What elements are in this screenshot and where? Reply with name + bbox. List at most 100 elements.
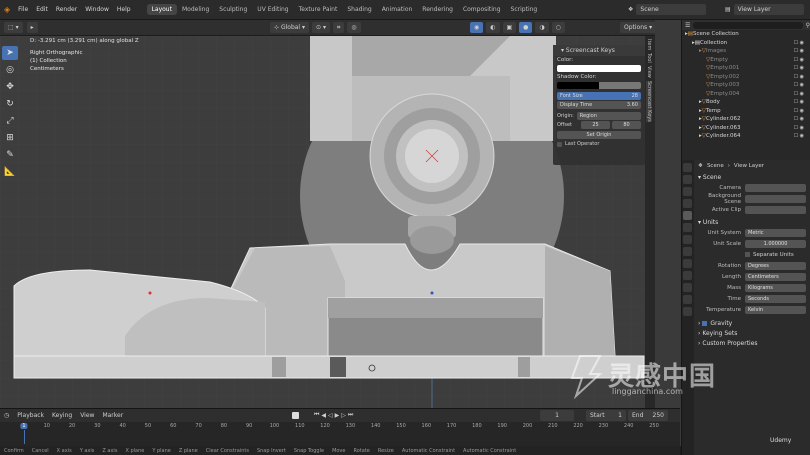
- particles-tab-icon[interactable]: [683, 259, 692, 268]
- prev-key-icon[interactable]: ◀: [321, 412, 326, 419]
- outliner-item[interactable]: ▽ Empty.003 ☐ ◉: [682, 81, 810, 90]
- outliner-item[interactable]: ▸ ▤ Collection ☐ ◉: [682, 39, 810, 48]
- filter-icon[interactable]: ⚲: [806, 22, 810, 29]
- jump-end-icon[interactable]: ⏭: [348, 411, 353, 419]
- tab-texture-paint[interactable]: Texture Paint: [294, 4, 343, 15]
- end-frame-field[interactable]: End 250: [628, 410, 668, 421]
- shading-material-button[interactable]: ◑: [535, 22, 549, 33]
- xray-toggle[interactable]: ▣: [502, 22, 517, 33]
- material-tab-icon[interactable]: [683, 307, 692, 316]
- temperature-dropdown[interactable]: Kelvin: [745, 305, 806, 314]
- last-operator-checkbox[interactable]: Last Operator: [557, 141, 641, 147]
- data-tab-icon[interactable]: [683, 295, 692, 304]
- snap-button[interactable]: ⌗: [332, 22, 345, 33]
- tab-tool[interactable]: Tool: [646, 53, 652, 63]
- camera-field[interactable]: [745, 183, 806, 192]
- cursor-tool-icon[interactable]: ◎: [2, 63, 18, 77]
- select-mode-button[interactable]: ▸: [26, 22, 38, 33]
- panel-header[interactable]: ▾ Screencast Keys: [553, 45, 645, 56]
- timeline-menu-keying[interactable]: Keying: [52, 412, 72, 419]
- visibility-eye-icon[interactable]: ☐ ◉: [794, 48, 804, 54]
- frame-ruler[interactable]: 1 10 20 30 40 50 60 70 80 90 100 110 120 130 140 150 160…: [0, 422, 680, 444]
- current-frame-field[interactable]: 1: [540, 410, 574, 421]
- tab-uv-editing[interactable]: UV Editing: [252, 4, 293, 15]
- object-tab-icon[interactable]: [683, 235, 692, 244]
- viewport-gizmo-toggle[interactable]: ◉: [470, 22, 484, 33]
- length-dropdown[interactable]: Centimeters: [745, 272, 806, 281]
- menu-render[interactable]: Render: [56, 6, 77, 13]
- overlay-toggle[interactable]: ◐: [486, 22, 500, 33]
- view-layer-selector[interactable]: ▤ View Layer: [725, 4, 804, 15]
- move-tool-icon[interactable]: ✥: [2, 80, 18, 94]
- tab-scripting[interactable]: Scripting: [506, 4, 543, 15]
- outliner-item[interactable]: ▸ ▤ Scene Collection: [682, 30, 810, 39]
- menu-edit[interactable]: Edit: [36, 6, 48, 13]
- view-layer-field[interactable]: View Layer: [733, 4, 804, 15]
- menu-window[interactable]: Window: [85, 6, 109, 13]
- transform-tool-icon[interactable]: ⊞: [2, 131, 18, 145]
- tab-item[interactable]: Item: [646, 39, 652, 50]
- visibility-eye-icon[interactable]: ☐ ◉: [794, 116, 804, 122]
- scene-name-field[interactable]: Scene: [636, 4, 707, 15]
- tab-modeling[interactable]: Modeling: [177, 4, 214, 15]
- visibility-eye-icon[interactable]: ☐ ◉: [794, 65, 804, 71]
- separate-units-checkbox[interactable]: [745, 252, 750, 257]
- outliner-item[interactable]: ▸ ▽ Temp ☐ ◉: [682, 107, 810, 116]
- pivot-point-button[interactable]: ⊙ ▾: [312, 22, 330, 33]
- outliner-item[interactable]: ▽ Empty ☐ ◉: [682, 56, 810, 65]
- rotation-dropdown[interactable]: Degrees: [745, 261, 806, 270]
- editor-type-button[interactable]: ⬚ ▾: [4, 22, 23, 33]
- menu-file[interactable]: File: [18, 6, 28, 13]
- view-layer-tab-icon[interactable]: [683, 199, 692, 208]
- shading-solid-button[interactable]: ●: [519, 22, 533, 33]
- tab-view[interactable]: View: [646, 66, 652, 78]
- mass-dropdown[interactable]: Kilograms: [745, 283, 806, 292]
- outliner-item[interactable]: ▸ ▽ Images ☐ ◉: [682, 47, 810, 56]
- gravity-section[interactable]: › Gravity: [695, 318, 810, 328]
- shadow-color-swatch[interactable]: [557, 82, 641, 89]
- play-reverse-icon[interactable]: ◁: [328, 412, 333, 419]
- scene-tab-icon[interactable]: [683, 211, 692, 220]
- start-frame-field[interactable]: Start 1: [586, 410, 626, 421]
- gravity-checkbox[interactable]: [702, 320, 708, 326]
- menu-help[interactable]: Help: [117, 6, 131, 13]
- visibility-eye-icon[interactable]: ☐ ◉: [794, 133, 804, 139]
- outliner-editor-icon[interactable]: ☰: [685, 22, 690, 29]
- outliner-search-input[interactable]: [693, 21, 803, 29]
- scene-section-header[interactable]: ▾ Scene: [695, 172, 810, 182]
- tab-compositing[interactable]: Compositing: [458, 4, 506, 15]
- origin-dropdown[interactable]: Region: [576, 112, 641, 120]
- font-size-field[interactable]: Font Size 28: [557, 92, 641, 100]
- options-dropdown[interactable]: Options ▾: [620, 22, 657, 33]
- scale-tool-icon[interactable]: ⤢: [2, 114, 18, 128]
- tab-sculpting[interactable]: Sculpting: [214, 4, 252, 15]
- tab-shading[interactable]: Shading: [342, 4, 376, 15]
- proportional-edit-button[interactable]: ◎: [347, 22, 361, 33]
- unit-system-dropdown[interactable]: Metric: [745, 228, 806, 237]
- visibility-eye-icon[interactable]: ☐ ◉: [794, 57, 804, 63]
- time-dropdown[interactable]: Seconds: [745, 294, 806, 303]
- render-tab-icon[interactable]: [683, 175, 692, 184]
- timeline-menu-view[interactable]: View: [80, 412, 94, 419]
- modifier-tab-icon[interactable]: [683, 247, 692, 256]
- annotate-tool-icon[interactable]: ✎: [2, 148, 18, 162]
- unit-scale-field[interactable]: 1.000000: [745, 239, 806, 248]
- active-clip-field[interactable]: [745, 205, 806, 214]
- physics-tab-icon[interactable]: [683, 271, 692, 280]
- tab-screencast-keys[interactable]: Screencast Keys: [646, 80, 652, 122]
- visibility-eye-icon[interactable]: ☐ ◉: [794, 82, 804, 88]
- outliner-item[interactable]: ▽ Empty.002 ☐ ◉: [682, 73, 810, 82]
- rotate-tool-icon[interactable]: ↻: [2, 97, 18, 111]
- outliner-item[interactable]: ▸ ▽ Cylinder.063 ☐ ◉: [682, 124, 810, 133]
- visibility-eye-icon[interactable]: ☐ ◉: [794, 74, 804, 80]
- color-swatch[interactable]: [557, 65, 641, 72]
- visibility-eye-icon[interactable]: ☐ ◉: [794, 99, 804, 105]
- visibility-eye-icon[interactable]: ☐ ◉: [794, 40, 804, 46]
- play-icon[interactable]: ▶: [335, 412, 340, 419]
- tab-layout[interactable]: Layout: [146, 4, 177, 15]
- measure-tool-icon[interactable]: 📐: [2, 165, 18, 179]
- timeline-menu-marker[interactable]: Marker: [102, 412, 123, 419]
- units-section-header[interactable]: ▾ Units: [695, 217, 810, 227]
- outliner-item[interactable]: ▸ ▽ Body ☐ ◉: [682, 98, 810, 107]
- jump-start-icon[interactable]: ⏮: [314, 411, 319, 419]
